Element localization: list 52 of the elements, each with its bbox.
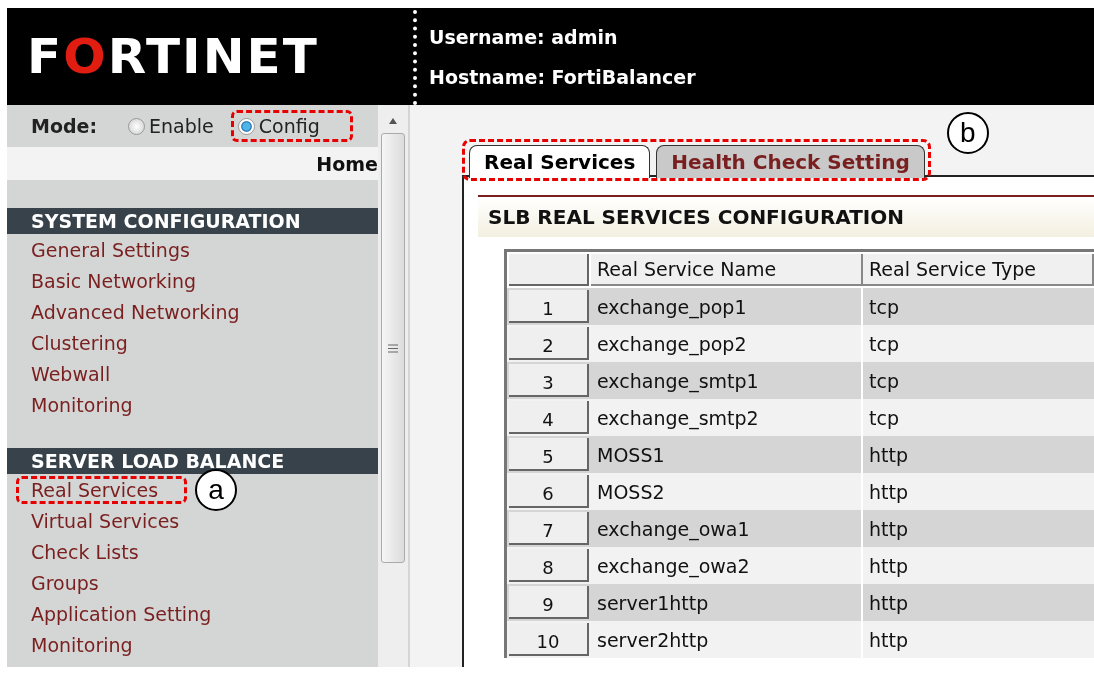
sidebar-item[interactable]: Advanced Networking: [16, 297, 269, 326]
row-number: 9: [509, 586, 589, 619]
row-number: 6: [509, 475, 589, 508]
logo: FORTINET: [27, 28, 319, 85]
table-cell-text: http: [868, 479, 909, 505]
table-cell: server2http: [591, 621, 863, 658]
table-cell-text: http: [868, 442, 909, 468]
scrollbar[interactable]: [378, 105, 408, 667]
table-cell-text: tcp: [868, 368, 900, 394]
scrollbar-thumb[interactable]: [381, 133, 405, 563]
scroll-up-icon[interactable]: [388, 117, 398, 125]
sidebar-item[interactable]: Application Setting: [16, 599, 241, 628]
sidebar-item[interactable]: Webwall: [16, 359, 140, 388]
column-header: Real Service Name: [591, 254, 863, 286]
tab[interactable]: Health Check Setting: [656, 145, 925, 178]
sidebar-item[interactable]: Monitoring: [16, 390, 162, 419]
table-cell-text: http: [868, 590, 909, 616]
sidebar-item[interactable]: Groups: [16, 568, 128, 597]
table-cell-text: tcp: [868, 294, 900, 320]
row-number: 10: [509, 623, 589, 656]
callout-label: a: [195, 468, 238, 511]
sidebar-item[interactable]: Clustering: [16, 328, 157, 357]
row-number: 2: [509, 327, 589, 360]
home-link[interactable]: Home: [316, 152, 378, 175]
row-number: 3: [509, 364, 589, 397]
tab[interactable]: Real Services: [469, 145, 651, 178]
username-text: Username: admin: [429, 25, 619, 48]
column-header: Real Service Type: [863, 254, 1094, 286]
section-title: SLB REAL SERVICES CONFIGURATION: [478, 195, 1094, 237]
row-number: 7: [509, 512, 589, 545]
sidebar-item[interactable]: Monitoring: [16, 630, 162, 659]
mode-radio[interactable]: Enable: [121, 110, 221, 142]
callout-label: b: [946, 112, 989, 154]
table-cell-text: tcp: [868, 331, 900, 357]
grip-icon: [388, 343, 398, 353]
sidebar-item[interactable]: Check Lists: [16, 537, 168, 566]
table-cell-text: http: [868, 627, 909, 653]
sidebar-item[interactable]: General Settings: [16, 235, 219, 264]
table-cell-text: tcp: [868, 405, 900, 431]
table-cell-text: http: [868, 553, 909, 579]
mode-radio[interactable]: Config: [230, 110, 353, 142]
hostname-text: Hostname: FortiBalancer: [429, 65, 696, 88]
row-number: 8: [509, 549, 589, 582]
row-number: 1: [509, 290, 589, 323]
mode-label: Mode:: [31, 115, 98, 137]
table-cell-text: http: [868, 516, 909, 542]
sidebar-item[interactable]: Real Services: [16, 475, 188, 504]
row-number: 5: [509, 438, 589, 471]
sidebar-section-header: SYSTEM CONFIGURATION: [7, 208, 378, 234]
sidebar-section-header: SERVER LOAD BALANCE: [7, 448, 378, 474]
row-number: 4: [509, 401, 589, 434]
sidebar-item[interactable]: Basic Networking: [16, 266, 226, 295]
